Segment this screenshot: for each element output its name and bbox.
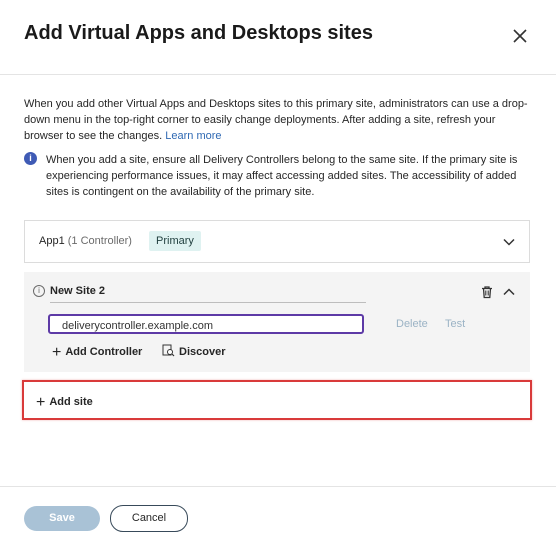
intro-text: When you add other Virtual Apps and Desk… (24, 96, 536, 144)
discover-icon (162, 344, 175, 357)
site-name-label: App1 (39, 235, 65, 247)
dialog-title: Add Virtual Apps and Desktops sites (24, 22, 373, 44)
cancel-button[interactable]: Cancel (110, 505, 188, 532)
footer-divider (0, 486, 556, 487)
intro-body: When you add other Virtual Apps and Desk… (24, 98, 528, 142)
close-icon (513, 29, 527, 43)
trash-icon[interactable] (480, 285, 494, 299)
add-site-button[interactable]: + Add site (22, 380, 532, 420)
discover-button[interactable]: Discover (162, 344, 225, 358)
add-controller-label: Add Controller (65, 346, 143, 358)
save-button[interactable]: Save (24, 506, 100, 531)
chevron-up-icon[interactable] (501, 284, 517, 300)
info-circle-icon: i (33, 285, 45, 297)
primary-badge: Primary (149, 231, 201, 251)
chevron-down-icon[interactable] (501, 234, 517, 250)
plus-icon: + (52, 344, 62, 361)
site-name-field[interactable]: New Site 2 (50, 285, 366, 303)
add-controller-button[interactable]: + Add Controller (52, 344, 142, 362)
controller-input[interactable]: deliverycontroller.example.com (48, 314, 364, 334)
add-site-label: + Add site (36, 394, 93, 412)
site-name: App1 (1 Controller) (39, 235, 132, 247)
test-button[interactable]: Test (445, 318, 465, 330)
close-button[interactable] (510, 26, 530, 46)
learn-more-link[interactable]: Learn more (165, 130, 221, 142)
new-site-panel: i New Site 2 deliverycontroller.example.… (24, 272, 530, 372)
site-row-app1[interactable]: App1 (1 Controller) Primary (24, 220, 530, 263)
add-site-text: Add site (49, 396, 93, 408)
delete-button[interactable]: Delete (396, 318, 428, 330)
discover-label: Discover (179, 346, 226, 358)
plus-icon: + (36, 394, 46, 411)
controller-count: (1 Controller) (67, 235, 132, 247)
header-divider (0, 74, 556, 75)
info-icon: i (24, 152, 37, 165)
info-note: When you add a site, ensure all Delivery… (46, 154, 518, 198)
